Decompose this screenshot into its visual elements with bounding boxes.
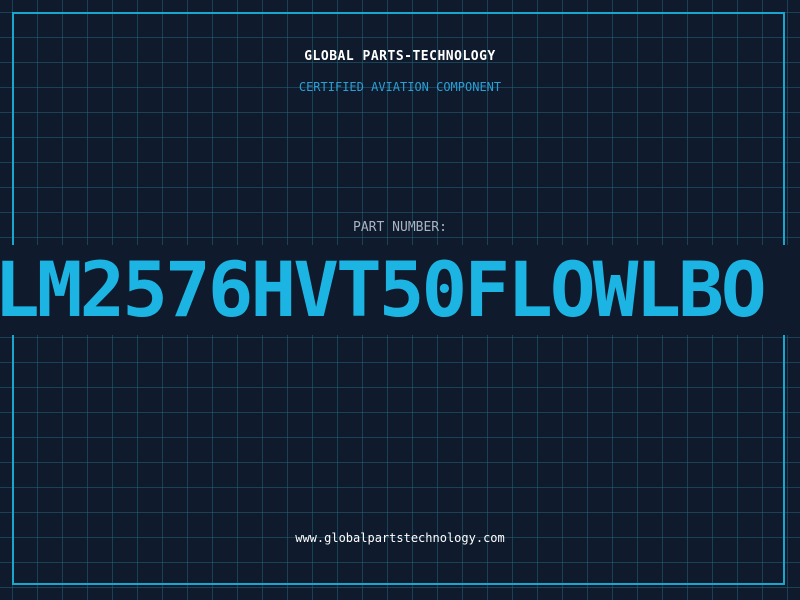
part-number-label: PART NUMBER: xyxy=(353,220,447,235)
part-number-band: LM2576HVT50FLOWLBO xyxy=(0,245,800,335)
certification-subtitle: CERTIFIED AVIATION COMPONENT xyxy=(298,80,502,94)
company-name: GLOBAL PARTS-TECHNOLOGY xyxy=(304,49,496,64)
website-url: www.globalpartstechnology.com xyxy=(295,531,505,545)
part-number-value: LM2576HVT50FLOWLBO xyxy=(0,245,767,334)
